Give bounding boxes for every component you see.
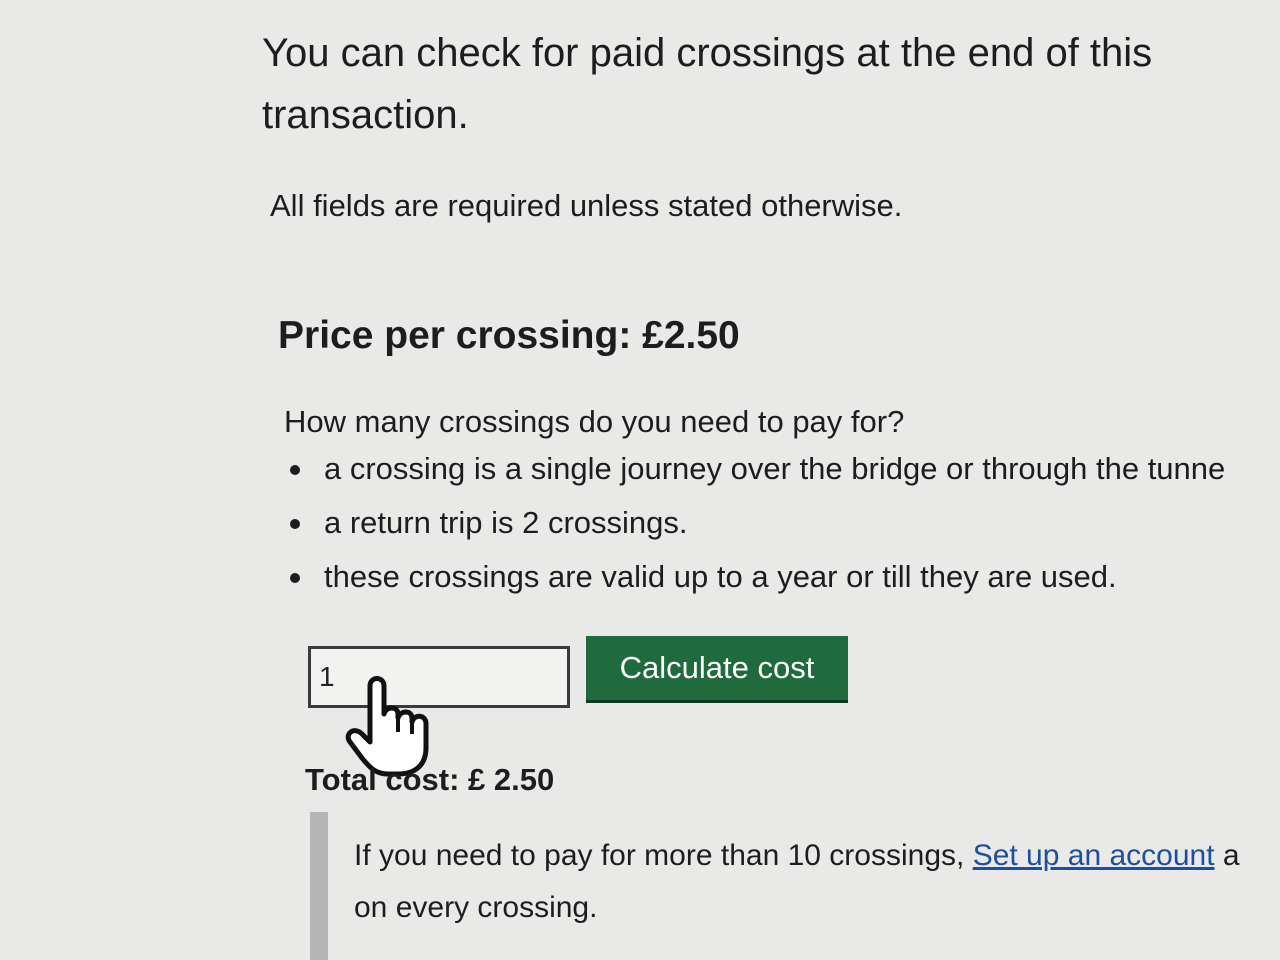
- required-fields-note: All fields are required unless stated ot…: [270, 188, 903, 223]
- set-up-account-link[interactable]: Set up an account: [973, 839, 1215, 872]
- account-inset: If you need to pay for more than 10 cros…: [310, 812, 1280, 960]
- price-heading: Price per crossing: £2.50: [278, 314, 740, 357]
- list-item-text: these crossings are valid up to a year o…: [324, 559, 1117, 594]
- crossing-info-list: a crossing is a single journey over the …: [286, 442, 1280, 604]
- list-item-text: a crossing is a single journey over the …: [324, 451, 1226, 486]
- crossings-question: How many crossings do you need to pay fo…: [284, 404, 905, 439]
- intro-text: You can check for paid crossings at the …: [262, 31, 1153, 137]
- inset-text-line2: on every crossing.: [354, 891, 598, 924]
- total-cost: Total cost: £ 2.50: [305, 762, 555, 797]
- bullet-icon: [290, 465, 300, 475]
- calculate-cost-button[interactable]: Calculate cost: [586, 636, 848, 700]
- inset-text: If you need to pay for more than 10 cros…: [354, 830, 1280, 934]
- page: You can check for paid crossings at the …: [0, 0, 1280, 960]
- bullet-icon: [290, 573, 300, 583]
- list-item: a return trip is 2 crossings.: [286, 496, 1280, 550]
- inset-text-start: If you need to pay for more than 10 cros…: [354, 839, 973, 872]
- inset-text-cut: a: [1214, 839, 1240, 872]
- list-item-text: a return trip is 2 crossings.: [324, 505, 688, 540]
- bullet-icon: [290, 519, 300, 529]
- list-item: a crossing is a single journey over the …: [286, 442, 1280, 496]
- list-item: these crossings are valid up to a year o…: [286, 550, 1280, 604]
